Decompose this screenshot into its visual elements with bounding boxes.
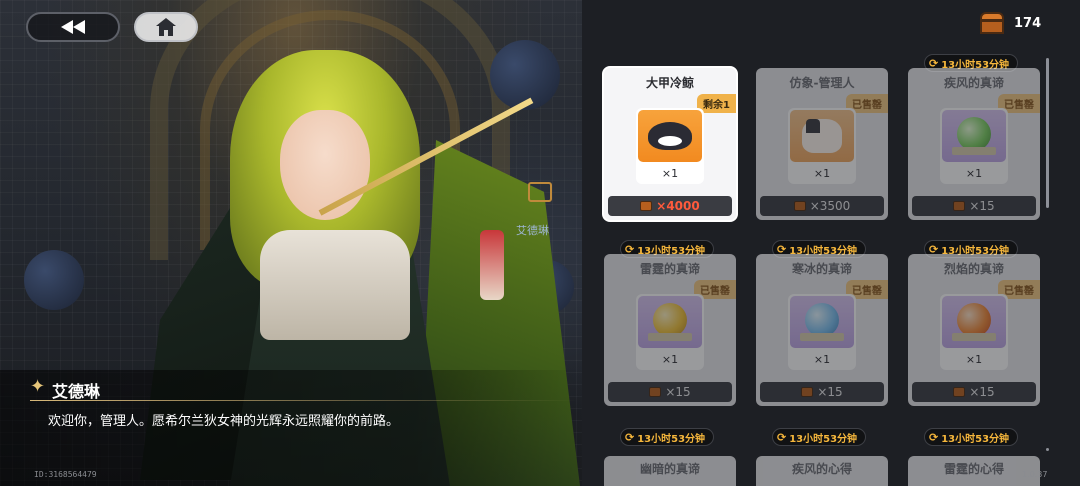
- item-name: 烈焰的真谛: [943, 262, 1004, 276]
- price-value: ×15: [969, 199, 995, 213]
- decor-sphere: [24, 250, 84, 310]
- timer-text: 13小时53分钟: [789, 433, 858, 445]
- scrollbar[interactable]: [1046, 58, 1049, 208]
- item-tile: ×1: [636, 294, 704, 370]
- timer-text: 13小时53分钟: [637, 433, 706, 445]
- treasure-chest-icon: [793, 201, 806, 211]
- item-name: 雷霆的真谛: [639, 262, 700, 276]
- version-label: 1.0.37: [1022, 470, 1048, 479]
- treasure-chest-icon: [953, 387, 966, 397]
- treasure-chest-icon: [801, 387, 814, 397]
- character-face: [280, 110, 370, 220]
- item-quantity: ×1: [813, 353, 831, 366]
- refresh-icon: ⟳: [625, 430, 635, 444]
- shop-item-card[interactable]: 疾风的真谛 已售罄 ×1 ×15: [908, 68, 1040, 220]
- shop-item-card[interactable]: 大甲冷鲸 剩余1 ×1 ×4000: [604, 68, 736, 220]
- item-quantity: ×1: [661, 167, 679, 180]
- shop-item-card[interactable]: 疾风的心得: [756, 456, 888, 486]
- currency-display: 174: [980, 12, 1041, 34]
- cat-pet-icon: [790, 110, 854, 162]
- npc-name: 艾德琳: [52, 382, 101, 401]
- item-name: 寒冰的真谛: [791, 262, 852, 276]
- shop-item-card[interactable]: 仿象-管理人 已售罄 ×1 ×3500: [756, 68, 888, 220]
- shop-item-card[interactable]: 雷霆的真谛 已售罄 ×1 ×15: [604, 254, 736, 406]
- shop-item-card[interactable]: 雷霆的心得: [908, 456, 1040, 486]
- item-quantity: ×1: [813, 167, 831, 180]
- price-tag: ×4000: [608, 196, 732, 216]
- shop-item-card[interactable]: 烈焰的真谛 已售罄 ×1 ×15: [908, 254, 1040, 406]
- refresh-icon: ⟳: [777, 430, 787, 444]
- refresh-timer: ⟳ 13小时53分钟: [620, 428, 715, 446]
- price-tag: ×15: [608, 382, 732, 402]
- item-tile: ×1: [788, 108, 856, 184]
- price-value: ×3500: [809, 199, 851, 213]
- npc-speech: 欢迎你，管理人。愿希尔兰狄女神的光辉永远照耀你的前路。: [48, 414, 400, 429]
- fire-orb-icon: [942, 296, 1006, 348]
- item-name: 幽暗的真谛: [639, 462, 700, 476]
- currency-amount: 174: [1014, 15, 1042, 31]
- timer-text: 13小时53分钟: [941, 433, 1010, 445]
- item-tile: ×1: [788, 294, 856, 370]
- treasure-chest-icon: [953, 201, 966, 211]
- sparkle-icon: ✦: [30, 376, 46, 397]
- item-name: 疾风的心得: [791, 462, 852, 476]
- home-button[interactable]: [134, 12, 198, 42]
- double-chevron-left-icon: [61, 20, 85, 34]
- item-tile: ×1: [940, 108, 1008, 184]
- thunder-orb-icon: [638, 296, 702, 348]
- treasure-chest-icon: [528, 182, 552, 202]
- shop-item-card[interactable]: 寒冰的真谛 已售罄 ×1 ×15: [756, 254, 888, 406]
- price-tag: ×15: [912, 382, 1036, 402]
- npc-side-tag: 艾德琳: [516, 224, 549, 237]
- item-quantity: ×1: [965, 353, 983, 366]
- home-icon: [156, 18, 176, 36]
- treasure-chest-icon: [649, 387, 662, 397]
- dialog-divider: [30, 400, 578, 401]
- staff-tassel: [480, 230, 504, 300]
- price-tag: ×3500: [760, 196, 884, 216]
- item-tile: ×1: [636, 108, 704, 184]
- item-quantity: ×1: [965, 167, 983, 180]
- back-button[interactable]: [26, 12, 120, 42]
- user-id: ID:3168564479: [34, 470, 97, 479]
- item-name: 疾风的真谛: [943, 76, 1004, 90]
- shop-item-card[interactable]: 幽暗的真谛: [604, 456, 736, 486]
- item-quantity: ×1: [661, 353, 679, 366]
- scroll-indicator: [1046, 448, 1049, 451]
- treasure-chest-icon: [980, 12, 1004, 34]
- ice-orb-icon: [790, 296, 854, 348]
- refresh-icon: ⟳: [929, 430, 939, 444]
- price-value: ×4000: [656, 199, 700, 213]
- item-name: 仿象-管理人: [789, 76, 855, 90]
- refresh-timer: ⟳ 13小时53分钟: [772, 428, 867, 446]
- character-blouse: [260, 230, 410, 340]
- item-name: 大甲冷鲸: [645, 76, 694, 90]
- price-tag: ×15: [912, 196, 1036, 216]
- price-value: ×15: [817, 385, 843, 399]
- whale-pet-icon: [638, 110, 702, 162]
- refresh-timer: ⟳ 13小时53分钟: [924, 428, 1019, 446]
- price-value: ×15: [665, 385, 691, 399]
- item-tile: ×1: [940, 294, 1008, 370]
- treasure-chest-icon: [640, 201, 653, 211]
- wind-orb-icon: [942, 110, 1006, 162]
- price-tag: ×15: [760, 382, 884, 402]
- item-name: 雷霆的心得: [943, 462, 1004, 476]
- price-value: ×15: [969, 385, 995, 399]
